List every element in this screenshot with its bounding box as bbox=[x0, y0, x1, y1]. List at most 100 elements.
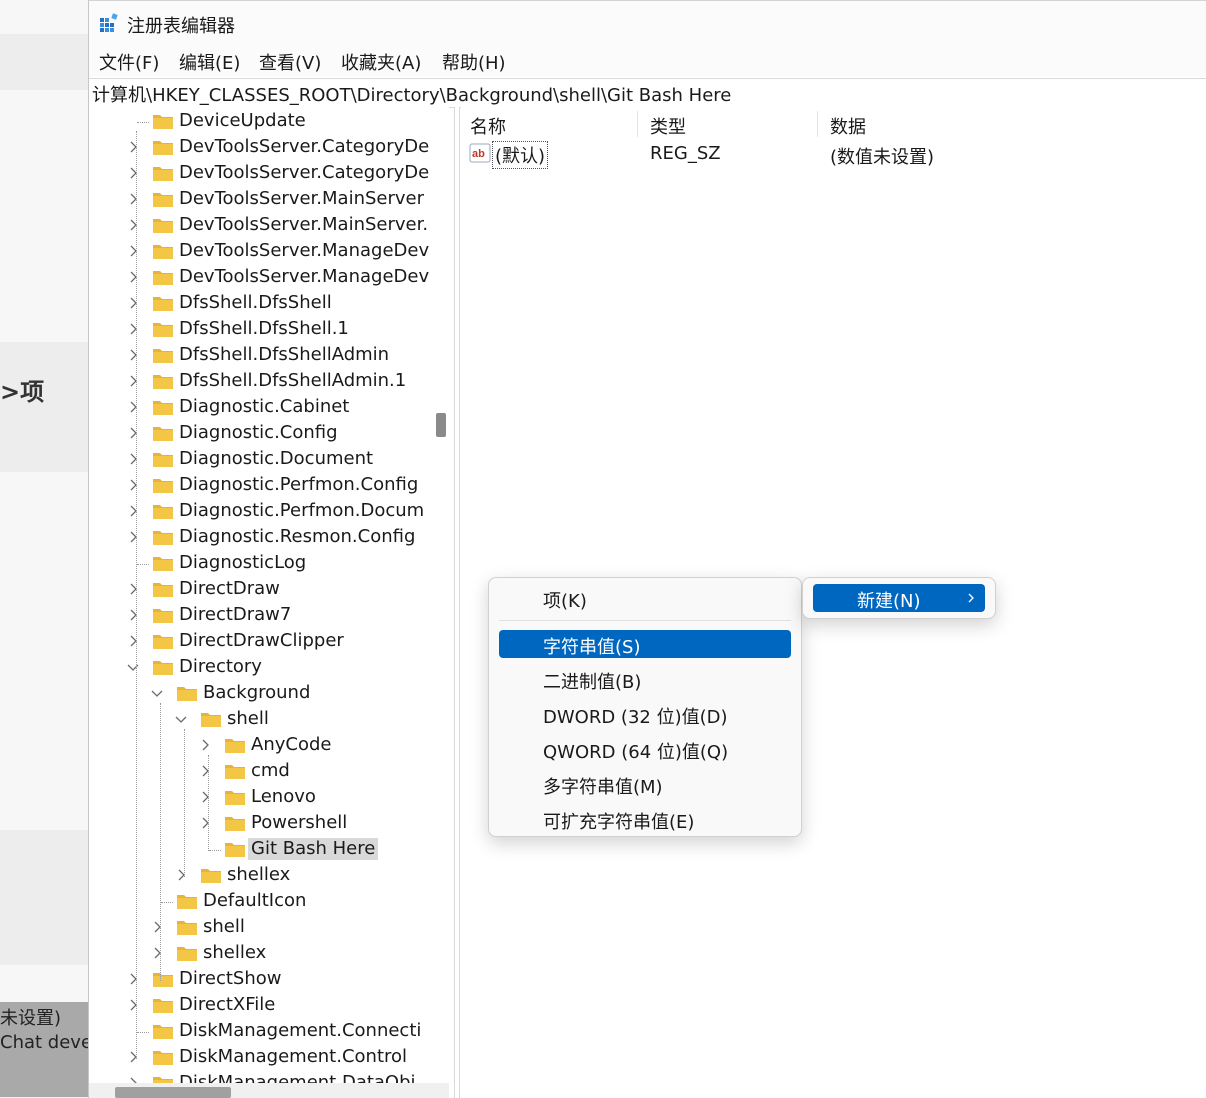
tree-node-label[interactable]: shellex bbox=[224, 864, 293, 886]
column-separator[interactable] bbox=[817, 111, 818, 137]
tree-node-label[interactable]: DfsShell.DfsShellAdmin bbox=[176, 344, 392, 366]
tree-node[interactable]: Powershell bbox=[89, 811, 449, 837]
tree-node-label[interactable]: DirectDrawClipper bbox=[176, 630, 347, 652]
pane-splitter[interactable] bbox=[454, 107, 460, 1098]
chevron-right-icon[interactable] bbox=[199, 763, 211, 779]
tree-node[interactable]: Diagnostic.Perfmon.Docum bbox=[89, 499, 449, 525]
chevron-right-icon[interactable] bbox=[199, 737, 211, 753]
menu-item-key[interactable]: 项(K) bbox=[499, 584, 791, 612]
chevron-right-icon[interactable] bbox=[127, 451, 139, 467]
chevron-right-icon[interactable] bbox=[127, 971, 139, 987]
tree-node-label[interactable]: Diagnostic.Cabinet bbox=[176, 396, 352, 418]
chevron-right-icon[interactable] bbox=[199, 789, 211, 805]
menu-item-dword-value[interactable]: DWORD (32 位)值(D) bbox=[499, 700, 791, 728]
tree-node[interactable]: DefaultIcon bbox=[89, 889, 449, 915]
tree-node[interactable]: shell bbox=[89, 915, 449, 941]
tree-node[interactable]: DirectDrawClipper bbox=[89, 629, 449, 655]
tree-node-label[interactable]: Git Bash Here bbox=[248, 838, 379, 860]
tree-node-label[interactable]: Powershell bbox=[248, 812, 350, 834]
tree-node[interactable]: DevToolsServer.MainServer. bbox=[89, 213, 449, 239]
tree-node[interactable]: DevToolsServer.CategoryDe bbox=[89, 135, 449, 161]
tree-node-label[interactable]: DeviceUpdate bbox=[176, 110, 309, 132]
menu-help[interactable]: 帮助(H) bbox=[440, 49, 508, 75]
tree-node[interactable]: Diagnostic.Perfmon.Config bbox=[89, 473, 449, 499]
chevron-right-icon[interactable] bbox=[151, 919, 163, 935]
chevron-right-icon[interactable] bbox=[175, 867, 187, 883]
tree-node[interactable]: DiskManagement.Control bbox=[89, 1045, 449, 1071]
value-name-default[interactable]: (默认) bbox=[491, 141, 549, 169]
menu-item-new[interactable]: 新建(N) bbox=[813, 584, 985, 612]
tree-node-label[interactable]: DfsShell.DfsShellAdmin.1 bbox=[176, 370, 409, 392]
tree-node[interactable]: DirectShow bbox=[89, 967, 449, 993]
tree-node[interactable]: Diagnostic.Config bbox=[89, 421, 449, 447]
chevron-right-icon[interactable] bbox=[127, 373, 139, 389]
chevron-down-icon[interactable] bbox=[151, 685, 163, 701]
chevron-right-icon[interactable] bbox=[127, 607, 139, 623]
tree-node[interactable]: Directory bbox=[89, 655, 449, 681]
column-separator[interactable] bbox=[637, 111, 638, 137]
tree-node[interactable]: DiskManagement.Connecti bbox=[89, 1019, 449, 1045]
tree-node-label[interactable]: DevToolsServer.MainServer bbox=[176, 188, 427, 210]
tree-node-label[interactable]: DevToolsServer.CategoryDe bbox=[176, 136, 432, 158]
tree-node-label[interactable]: DirectXFile bbox=[176, 994, 278, 1016]
tree-horizontal-scrollbar[interactable] bbox=[89, 1083, 449, 1098]
chevron-right-icon[interactable] bbox=[127, 191, 139, 207]
tree-node-label[interactable]: DevToolsServer.ManageDev bbox=[176, 266, 432, 288]
tree-node[interactable]: Git Bash Here bbox=[89, 837, 449, 863]
tree-node[interactable]: DfsShell.DfsShell bbox=[89, 291, 449, 317]
tree-node-label[interactable]: DfsShell.DfsShell.1 bbox=[176, 318, 352, 340]
tree-node-label[interactable]: DirectShow bbox=[176, 968, 284, 990]
tree-node-label[interactable]: Diagnostic.Document bbox=[176, 448, 376, 470]
chevron-right-icon[interactable] bbox=[127, 165, 139, 181]
chevron-right-icon[interactable] bbox=[127, 529, 139, 545]
tree-node-label[interactable]: DevToolsServer.ManageDev bbox=[176, 240, 432, 262]
tree-node[interactable]: DfsShell.DfsShellAdmin bbox=[89, 343, 449, 369]
tree-node[interactable]: Diagnostic.Cabinet bbox=[89, 395, 449, 421]
address-path[interactable]: 计算机\HKEY_CLASSES_ROOT\Directory\Backgrou… bbox=[92, 81, 731, 107]
tree-node-label[interactable]: Diagnostic.Resmon.Config bbox=[176, 526, 418, 548]
menu-edit[interactable]: 编辑(E) bbox=[177, 49, 242, 75]
chevron-right-icon[interactable] bbox=[127, 217, 139, 233]
tree-node-label[interactable]: shell bbox=[224, 708, 272, 730]
menu-file[interactable]: 文件(F) bbox=[97, 49, 161, 75]
chevron-right-icon[interactable] bbox=[127, 425, 139, 441]
tree-node[interactable]: DevToolsServer.CategoryDe bbox=[89, 161, 449, 187]
chevron-right-icon[interactable] bbox=[127, 477, 139, 493]
chevron-right-icon[interactable] bbox=[127, 295, 139, 311]
tree-node[interactable]: shellex bbox=[89, 941, 449, 967]
tree-node-label[interactable]: shell bbox=[200, 916, 248, 938]
tree-node[interactable]: AnyCode bbox=[89, 733, 449, 759]
chevron-right-icon[interactable] bbox=[151, 945, 163, 961]
tree-node-label[interactable]: Lenovo bbox=[248, 786, 319, 808]
tree-node[interactable]: DirectXFile bbox=[89, 993, 449, 1019]
tree-node-label[interactable]: DevToolsServer.MainServer. bbox=[176, 214, 431, 236]
tree-node-label[interactable]: DfsShell.DfsShell bbox=[176, 292, 335, 314]
chevron-right-icon[interactable] bbox=[127, 139, 139, 155]
chevron-right-icon[interactable] bbox=[127, 321, 139, 337]
tree-node[interactable]: DirectDraw bbox=[89, 577, 449, 603]
column-header-data[interactable]: 数据 bbox=[830, 113, 866, 139]
chevron-right-icon[interactable] bbox=[127, 347, 139, 363]
chevron-right-icon[interactable] bbox=[127, 243, 139, 259]
registry-tree[interactable]: DeviceUpdate DevToolsServer.CategoryDe Dev… bbox=[89, 107, 449, 1098]
menu-view[interactable]: 查看(V) bbox=[257, 49, 323, 75]
scrollbar-thumb[interactable] bbox=[115, 1087, 231, 1098]
chevron-right-icon[interactable] bbox=[127, 1049, 139, 1065]
title-bar[interactable]: 注册表编辑器 bbox=[89, 1, 1206, 45]
menu-item-qword-value[interactable]: QWORD (64 位)值(Q) bbox=[499, 735, 791, 763]
tree-node[interactable]: DeviceUpdate bbox=[89, 109, 449, 135]
tree-node-label[interactable]: DirectDraw7 bbox=[176, 604, 294, 626]
tree-node-label[interactable]: cmd bbox=[248, 760, 293, 782]
menu-item-expandable-string-value[interactable]: 可扩充字符串值(E) bbox=[499, 805, 791, 833]
tree-node-label[interactable]: DiskManagement.Connecti bbox=[176, 1020, 424, 1042]
chevron-right-icon[interactable] bbox=[127, 399, 139, 415]
chevron-right-icon[interactable] bbox=[127, 269, 139, 285]
tree-node[interactable]: cmd bbox=[89, 759, 449, 785]
tree-node-label[interactable]: Diagnostic.Config bbox=[176, 422, 341, 444]
chevron-down-icon[interactable] bbox=[127, 659, 139, 675]
column-header-type[interactable]: 类型 bbox=[650, 113, 686, 139]
tree-node[interactable]: Diagnostic.Resmon.Config bbox=[89, 525, 449, 551]
tree-node[interactable]: DevToolsServer.ManageDev bbox=[89, 239, 449, 265]
tree-node[interactable]: Lenovo bbox=[89, 785, 449, 811]
chevron-right-icon[interactable] bbox=[199, 815, 211, 831]
